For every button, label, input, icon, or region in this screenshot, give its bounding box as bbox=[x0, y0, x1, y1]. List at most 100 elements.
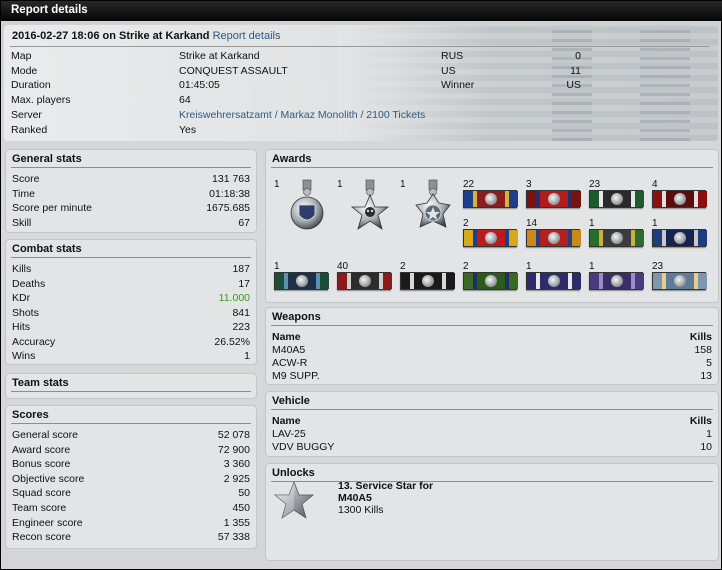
stat-value: 72 900 bbox=[217, 443, 250, 456]
ribbon-award[interactable]: 3 bbox=[526, 179, 584, 223]
award-count: 1 bbox=[589, 218, 595, 229]
ribbon-stripe bbox=[635, 273, 644, 289]
ribbon-emblem-icon bbox=[548, 193, 560, 205]
ribbon-award[interactable]: 40 bbox=[337, 261, 395, 305]
medal-shield-icon bbox=[290, 179, 324, 230]
stat-label: Objective score bbox=[12, 472, 85, 485]
info-label: Max. players bbox=[11, 94, 71, 107]
ribbon-icon bbox=[463, 229, 518, 247]
ribbon-stripe bbox=[401, 273, 410, 289]
ribbon-stripe bbox=[653, 191, 662, 207]
divider bbox=[11, 167, 251, 168]
award-count: 1 bbox=[589, 261, 595, 272]
ribbon-award[interactable]: 1 bbox=[589, 218, 647, 262]
row-name: VDV BUGGY bbox=[272, 441, 335, 453]
stat-row: Engineer score 1 355 bbox=[12, 517, 250, 531]
row-name: ACW-R bbox=[272, 357, 308, 369]
medal-award[interactable]: 1 bbox=[400, 179, 460, 239]
stat-label: Time bbox=[12, 187, 35, 200]
ribbon-icon bbox=[274, 272, 329, 290]
info-row: Server Kreiswehrersatzamt / Markaz Monoli… bbox=[4, 109, 718, 123]
medal-award[interactable]: 1 bbox=[337, 179, 397, 239]
medal-award[interactable]: 1 bbox=[274, 179, 334, 239]
award-count: 2 bbox=[400, 261, 406, 272]
ribbon-stripe bbox=[572, 273, 581, 289]
stat-value: 11.000 bbox=[218, 292, 250, 304]
award-count: 1 bbox=[274, 261, 280, 272]
stat-row: Hits 223 bbox=[12, 321, 250, 335]
ribbon-stripe bbox=[446, 273, 455, 289]
ribbon-award[interactable]: 14 bbox=[526, 218, 584, 262]
stat-value: 17 bbox=[238, 277, 250, 290]
award-count: 1 bbox=[337, 179, 343, 190]
stat-value: 50 bbox=[238, 487, 250, 500]
stat-label: Kills bbox=[12, 263, 32, 275]
ribbon-stripe bbox=[509, 191, 518, 207]
stat-value: 223 bbox=[232, 321, 250, 333]
ribbon-award[interactable]: 1 bbox=[526, 261, 584, 305]
ribbon-award[interactable]: 23 bbox=[589, 179, 647, 223]
ribbon-award[interactable]: 23 bbox=[652, 261, 710, 305]
stat-value: 841 bbox=[232, 306, 250, 319]
ribbon-icon bbox=[652, 272, 707, 290]
award-count: 14 bbox=[526, 218, 538, 229]
unlock-weapon: M40A5 bbox=[338, 492, 372, 504]
row-kills: 5 bbox=[706, 357, 712, 369]
table-row[interactable]: VDV BUGGY 10 bbox=[272, 441, 712, 455]
divider bbox=[271, 167, 713, 168]
ribbon-emblem-icon bbox=[485, 193, 497, 205]
ribbon-stripe bbox=[698, 273, 707, 289]
award-count: 4 bbox=[652, 179, 658, 190]
unlock-item: 13. Service Star for M40A5 1300 Kills bbox=[338, 480, 433, 516]
divider bbox=[271, 325, 713, 326]
team-label: RUS bbox=[441, 50, 464, 62]
ribbon-award[interactable]: 2 bbox=[400, 261, 458, 305]
ribbon-icon bbox=[463, 190, 518, 208]
info-value: Yes bbox=[179, 123, 197, 136]
stat-row: Time 01:18:38 bbox=[12, 188, 250, 202]
column-header-name: Name bbox=[272, 331, 301, 343]
unlock-requirement: 1300 Kills bbox=[338, 504, 384, 516]
panel-title: Combat stats bbox=[12, 243, 82, 255]
stat-row: Score per minute 1675.685 bbox=[12, 202, 250, 216]
award-count: 22 bbox=[463, 179, 475, 190]
panel-title: General stats bbox=[12, 153, 82, 165]
stat-value: 187 bbox=[232, 263, 250, 275]
ribbon-award[interactable]: 1 bbox=[589, 261, 647, 305]
report-window: Report details 2016-02-27 18:06 on Strik… bbox=[0, 0, 722, 570]
stat-value: 52 078 bbox=[217, 429, 250, 441]
table-row[interactable]: M40A5 158 bbox=[272, 344, 712, 358]
ribbon-emblem-icon bbox=[674, 232, 686, 244]
stat-label: Score bbox=[12, 173, 40, 185]
ribbon-award[interactable]: 4 bbox=[652, 179, 710, 223]
window-title: Report details bbox=[11, 4, 88, 16]
panel-title: Team stats bbox=[12, 377, 69, 389]
column-header-name: Name bbox=[272, 415, 301, 427]
ribbon-award[interactable]: 1 bbox=[274, 261, 332, 305]
stat-label: General score bbox=[12, 429, 78, 441]
ribbon-award[interactable]: 2 bbox=[463, 261, 521, 305]
team-label: US bbox=[441, 64, 456, 77]
ribbon-emblem-icon bbox=[674, 275, 686, 287]
table-row[interactable]: ACW-R 5 bbox=[272, 357, 712, 371]
scores-panel: Scores General score 52 078 Award score 72 … bbox=[5, 405, 257, 549]
team-score-row: US 11 bbox=[4, 65, 718, 79]
award-count: 1 bbox=[652, 218, 658, 229]
stat-label: Team score bbox=[12, 502, 67, 514]
ribbon-stripe bbox=[590, 230, 599, 246]
divider bbox=[11, 257, 251, 258]
report-details-link[interactable]: Report details bbox=[213, 30, 281, 42]
ribbon-award[interactable]: 1 bbox=[652, 218, 710, 262]
medal-skull-icon bbox=[350, 179, 390, 230]
table-row[interactable]: LAV-25 1 bbox=[272, 428, 712, 442]
ribbon-award[interactable]: 2 bbox=[463, 218, 521, 262]
server-link[interactable]: Kreiswehrersatzamt / Markaz Monolith / 2… bbox=[179, 109, 425, 121]
stat-label: Recon score bbox=[12, 531, 71, 544]
row-name: LAV-25 bbox=[272, 428, 306, 440]
table-row[interactable]: M9 SUPP. 13 bbox=[272, 370, 712, 384]
stat-value: 1 bbox=[244, 350, 250, 362]
ribbon-stripe bbox=[527, 230, 536, 246]
stat-value: 3 360 bbox=[223, 458, 250, 471]
ribbon-award[interactable]: 22 bbox=[463, 179, 521, 223]
team-value: US bbox=[566, 79, 581, 92]
